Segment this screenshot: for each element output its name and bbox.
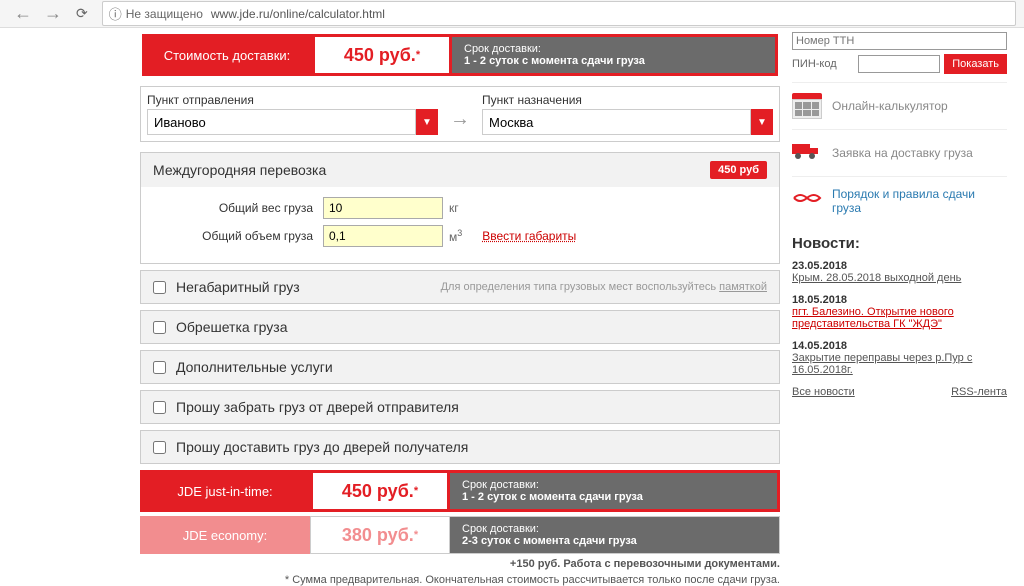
- insecure-label: Не защищено: [109, 4, 203, 23]
- result-jit: JDE just-in-time: 450 руб.* Срок доставк…: [140, 470, 780, 512]
- url-bar[interactable]: Не защищено www.jde.ru/online/calculator…: [102, 1, 1016, 26]
- rss-link[interactable]: RSS-лента: [951, 386, 1007, 398]
- news-item: 18.05.2018пгт. Балезино. Открытие нового…: [792, 294, 1007, 330]
- jit-label: JDE just-in-time:: [140, 470, 310, 512]
- reload-button[interactable]: ⟳: [68, 5, 96, 22]
- intercity-panel: Междугородняя перевозка 450 руб Общий ве…: [140, 152, 780, 264]
- to-dropdown-icon[interactable]: ▼: [751, 109, 773, 135]
- all-news-link[interactable]: Все новости: [792, 386, 855, 398]
- jit-price: 450 руб.*: [310, 470, 450, 512]
- jit-time: Срок доставки: 1 - 2 суток с момента сда…: [447, 470, 780, 512]
- crating-label: Обрешетка груза: [176, 319, 288, 335]
- rules-link[interactable]: Порядок и правила сдачи груза: [832, 187, 1007, 215]
- cost-label: Стоимость доставки:: [142, 34, 312, 76]
- calculator-icon: [792, 93, 822, 119]
- oversized-hint-link[interactable]: памяткой: [719, 281, 767, 293]
- intercity-price-badge: 450 руб: [710, 161, 767, 179]
- oversized-hint: Для определения типа грузовых мест воспо…: [441, 281, 767, 293]
- crating-panel: Обрешетка груза: [140, 310, 780, 344]
- oversized-checkbox[interactable]: [153, 281, 166, 294]
- track-lookup: ПИН-код Показать: [792, 32, 1007, 74]
- news-item: 23.05.2018Крым. 28.05.2018 выходной день: [792, 260, 1007, 284]
- handshake-icon: [792, 188, 822, 214]
- oversized-panel: Негабаритный груз Для определения типа г…: [140, 270, 780, 304]
- side-request[interactable]: Заявка на доставку груза: [792, 129, 1007, 176]
- weight-input[interactable]: [323, 197, 443, 219]
- delivery-time-box: Срок доставки: 1 - 2 суток с момента сда…: [449, 34, 778, 76]
- volume-unit: м3: [449, 228, 462, 244]
- pin-input[interactable]: [858, 55, 940, 73]
- request-link[interactable]: Заявка на доставку груза: [832, 146, 973, 160]
- side-calc[interactable]: Онлайн-калькулятор: [792, 82, 1007, 129]
- news-date: 18.05.2018: [792, 294, 1007, 306]
- weight-label: Общий вес груза: [153, 201, 323, 215]
- additional-checkbox[interactable]: [153, 361, 166, 374]
- calc-link[interactable]: Онлайн-калькулятор: [832, 99, 948, 113]
- news-link[interactable]: Крым. 28.05.2018 выходной день: [792, 272, 961, 284]
- volume-label: Общий объем груза: [153, 229, 323, 243]
- pickup-label: Прошу забрать груз от дверей отправителя: [176, 399, 459, 415]
- delivery-checkbox[interactable]: [153, 441, 166, 454]
- cost-summary: Стоимость доставки: 450 руб.* Срок доста…: [140, 32, 780, 78]
- from-dropdown-icon[interactable]: ▼: [416, 109, 438, 135]
- from-label: Пункт отправления: [147, 93, 438, 107]
- dimensions-link[interactable]: Ввести габариты: [482, 229, 576, 243]
- eco-time: Срок доставки: 2-3 суток с момента сдачи…: [450, 516, 780, 554]
- delivery-value: 1 - 2 суток с момента сдачи груза: [464, 55, 763, 67]
- news-date: 23.05.2018: [792, 260, 1007, 272]
- pickup-panel: Прошу забрать груз от дверей отправителя: [140, 390, 780, 424]
- crating-checkbox[interactable]: [153, 321, 166, 334]
- intercity-title: Междугородняя перевозка: [153, 162, 326, 178]
- pickup-checkbox[interactable]: [153, 401, 166, 414]
- oversized-label: Негабаритный груз: [176, 279, 300, 295]
- news-date: 14.05.2018: [792, 340, 1007, 352]
- additional-label: Дополнительные услуги: [176, 359, 333, 375]
- delivery-label: Прошу доставить груз до дверей получател…: [176, 439, 468, 455]
- additional-panel: Дополнительные услуги: [140, 350, 780, 384]
- result-eco: JDE economy: 380 руб.* Срок доставки: 2-…: [140, 516, 780, 554]
- url-text: www.jde.ru/online/calculator.html: [211, 7, 385, 21]
- news-item: 14.05.2018Закрытие переправы через р.Пур…: [792, 340, 1007, 376]
- from-input[interactable]: [147, 109, 416, 135]
- volume-input[interactable]: [323, 225, 443, 247]
- eco-label: JDE economy:: [140, 516, 310, 554]
- surcharge-note: +150 руб. Работа с перевозочными докумен…: [140, 558, 780, 570]
- show-button[interactable]: Показать: [944, 54, 1007, 74]
- route-selector: Пункт отправления ▼ → Пункт назначения ▼: [140, 86, 780, 142]
- delivery-title: Срок доставки:: [464, 43, 763, 55]
- ttn-input[interactable]: [792, 32, 1007, 50]
- news-link[interactable]: пгт. Балезино. Открытие нового представи…: [792, 306, 954, 330]
- eco-price: 380 руб.*: [310, 516, 450, 554]
- disclaimer-note: * Сумма предварительная. Окончательная с…: [140, 574, 780, 586]
- pin-label: ПИН-код: [792, 58, 854, 70]
- delivery-panel: Прошу доставить груз до дверей получател…: [140, 430, 780, 464]
- cost-value: 450 руб.*: [312, 34, 452, 76]
- truck-icon: [792, 140, 822, 166]
- to-label: Пункт назначения: [482, 93, 773, 107]
- back-button[interactable]: ←: [8, 3, 38, 24]
- browser-toolbar: ← → ⟳ Не защищено www.jde.ru/online/calc…: [0, 0, 1024, 28]
- news-heading: Новости:: [792, 235, 1007, 252]
- side-rules[interactable]: Порядок и правила сдачи груза: [792, 176, 1007, 225]
- to-input[interactable]: [482, 109, 751, 135]
- weight-unit: кг: [449, 201, 459, 215]
- news-link[interactable]: Закрытие переправы через р.Пур с 16.05.2…: [792, 352, 972, 376]
- route-arrow-icon: →: [446, 108, 474, 135]
- forward-button[interactable]: →: [38, 3, 68, 24]
